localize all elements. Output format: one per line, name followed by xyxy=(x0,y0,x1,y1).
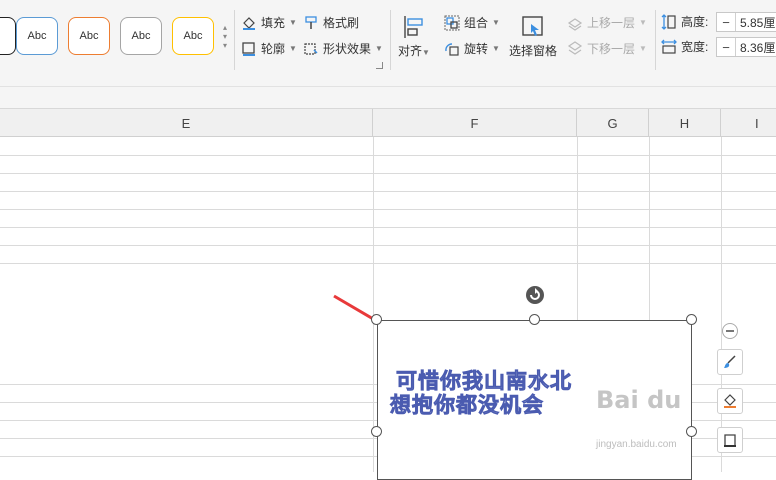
row-line xyxy=(0,263,776,264)
ribbon: Abc Abc Abc Abc ▴ ▾ ▾ 填充 ▼ 轮廓 ▼ 格式刷 形状效果 ▼ … xyxy=(0,0,776,86)
column-header-h[interactable]: H xyxy=(649,109,721,137)
caret-down-icon: ▼ xyxy=(289,18,297,27)
paint-bucket-icon xyxy=(243,16,255,30)
width-stepper[interactable]: − 8.36厘 xyxy=(716,37,776,57)
rotate-icon xyxy=(445,42,459,56)
row-line xyxy=(0,155,776,156)
fill-button[interactable]: 填充 ▼ xyxy=(241,14,297,31)
column-header-i[interactable]: I xyxy=(721,109,776,137)
resize-handle-middle-right[interactable] xyxy=(686,426,697,437)
format-painter-label: 格式刷 xyxy=(323,16,360,30)
column-header-g[interactable]: G xyxy=(577,109,649,137)
selection-pane-icon xyxy=(522,16,543,36)
chevron-up-icon: ▴ xyxy=(222,22,227,32)
group-button[interactable]: 组合 ▼ xyxy=(444,14,500,31)
caret-down-icon: ▼ xyxy=(289,44,297,53)
baidu-watermark-url: jingyan.baidu.com xyxy=(596,439,677,450)
column-header-f[interactable]: F xyxy=(373,109,577,137)
bring-forward-icon xyxy=(567,17,583,31)
shape-effects-button[interactable]: 形状效果 ▼ xyxy=(303,40,383,57)
minus-icon[interactable]: − xyxy=(717,38,736,56)
width-label: 宽度: xyxy=(681,40,709,54)
row-line xyxy=(0,209,776,210)
column-line xyxy=(721,137,722,472)
rotate-handle-icon[interactable] xyxy=(525,285,545,305)
shape-fill-button[interactable] xyxy=(717,388,743,414)
separator xyxy=(655,10,656,70)
separator xyxy=(390,10,391,70)
height-input[interactable]: 5.85厘 xyxy=(736,14,775,31)
height-label: 高度: xyxy=(681,15,709,29)
resize-handle-top-left[interactable] xyxy=(371,314,382,325)
baidu-watermark: Bai du xyxy=(596,386,682,414)
brush-icon xyxy=(724,355,736,368)
row-line xyxy=(0,245,776,246)
resize-handle-top-middle[interactable] xyxy=(529,314,540,325)
bring-forward-label: 上移一层 xyxy=(587,16,636,30)
align-label: 对齐 xyxy=(398,44,423,58)
chevron-down-icon: ▾ xyxy=(222,31,227,41)
height-icon xyxy=(661,13,676,30)
shape-style-button[interactable] xyxy=(717,349,743,375)
height-stepper[interactable]: − 5.85厘 xyxy=(716,12,776,32)
shape-style-swatch-4[interactable]: Abc xyxy=(172,17,214,55)
collapse-icon[interactable] xyxy=(722,323,738,339)
formula-bar-area xyxy=(0,86,776,109)
paint-bucket-icon xyxy=(724,394,736,408)
shape-outline-button[interactable] xyxy=(717,427,743,453)
shape-style-swatch-3[interactable]: Abc xyxy=(120,17,162,55)
resize-handle-top-right[interactable] xyxy=(686,314,697,325)
column-header-e[interactable]: E xyxy=(0,109,373,137)
format-painter-icon xyxy=(305,15,317,29)
more-icon: ▾ xyxy=(222,40,227,50)
shape-style-swatch-0[interactable] xyxy=(0,17,16,55)
width-input[interactable]: 8.36厘 xyxy=(736,39,775,56)
send-backward-button[interactable]: 下移一层 ▼ xyxy=(567,40,647,57)
fill-label: 填充 xyxy=(261,16,286,30)
outline-label: 轮廓 xyxy=(261,42,286,56)
caret-down-icon: ▼ xyxy=(639,18,647,27)
caret-down-icon: ▼ xyxy=(492,44,500,53)
resize-handle-middle-left[interactable] xyxy=(371,426,382,437)
group-label: 组合 xyxy=(464,16,489,30)
minus-icon[interactable]: − xyxy=(717,13,736,31)
selection-pane-label: 选择窗格 xyxy=(509,44,558,58)
send-backward-label: 下移一层 xyxy=(587,42,636,56)
group-icon xyxy=(444,15,460,30)
outline-icon xyxy=(724,434,736,447)
column-header-bar: E F G H I xyxy=(0,108,776,137)
separator xyxy=(234,10,235,70)
row-line xyxy=(0,191,776,192)
outline-icon xyxy=(242,41,255,56)
width-label-group: 宽度: xyxy=(661,38,708,55)
bring-forward-button[interactable]: 上移一层 ▼ xyxy=(567,14,647,31)
shape-effects-label: 形状效果 xyxy=(323,42,372,56)
caret-down-icon: ▼ xyxy=(639,44,647,53)
caret-down-icon: ▼ xyxy=(422,48,430,57)
caret-down-icon: ▼ xyxy=(492,18,500,27)
row-line xyxy=(0,173,776,174)
textbox-line-2[interactable]: 想抱你都没机会 xyxy=(390,389,544,419)
format-painter-button[interactable]: 格式刷 xyxy=(303,14,359,31)
dialog-launcher-icon[interactable] xyxy=(376,62,383,69)
selection-pane-button[interactable]: 选择窗格 xyxy=(509,14,557,59)
style-gallery-scroll[interactable]: ▴ ▾ ▾ xyxy=(219,14,231,58)
height-label-group: 高度: xyxy=(661,13,708,30)
align-button[interactable]: 对齐▼ xyxy=(398,14,430,59)
send-backward-icon xyxy=(567,40,583,55)
rotate-button[interactable]: 旋转 ▼ xyxy=(444,40,500,57)
shape-style-swatch-1[interactable]: Abc xyxy=(16,17,58,55)
align-icon xyxy=(404,16,423,38)
row-line xyxy=(0,227,776,228)
outline-button[interactable]: 轮廓 ▼ xyxy=(241,40,297,57)
caret-down-icon: ▼ xyxy=(375,44,383,53)
rotate-label: 旋转 xyxy=(464,42,489,56)
width-icon xyxy=(661,39,677,54)
shape-effects-icon xyxy=(304,42,318,55)
shape-style-swatch-2[interactable]: Abc xyxy=(68,17,110,55)
